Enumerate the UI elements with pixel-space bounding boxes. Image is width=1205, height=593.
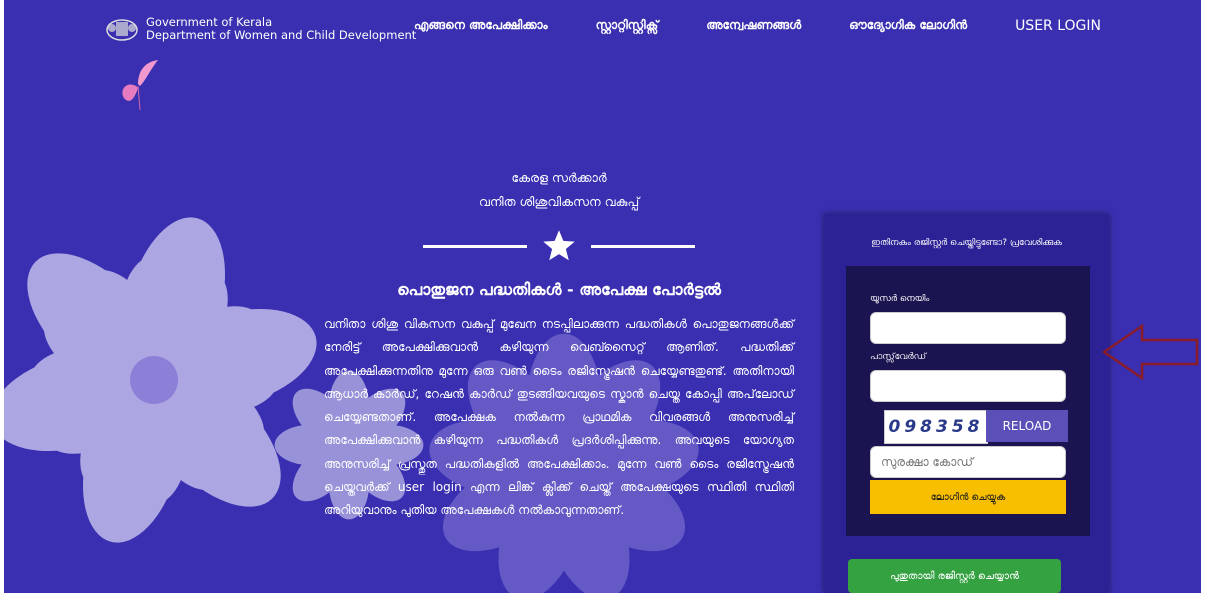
- arrow-left-icon: [1101, 323, 1199, 381]
- username-label: യൂസർ നെയിം: [870, 294, 930, 304]
- site-logo[interactable]: Government of Kerala Department of Women…: [104, 16, 416, 42]
- captcha-image: 098358: [884, 410, 988, 444]
- kerala-emblem-icon: [106, 19, 138, 41]
- login-button[interactable]: ലോഗിൻ ചെയ്യുക: [870, 480, 1066, 514]
- register-button[interactable]: പുതുതായി രജിസ്റ്റർ ചെയ്യാൻ: [848, 559, 1061, 593]
- captcha-text: 098358: [888, 417, 984, 437]
- org-name: Government of Kerala Department of Women…: [146, 16, 416, 42]
- nav-how-to-apply[interactable]: എങ്ങനെ അപേക്ഷിക്കാം: [414, 18, 548, 34]
- reload-captcha-button[interactable]: RELOAD: [986, 410, 1068, 442]
- org-line-2: Department of Women and Child Developmen…: [146, 28, 417, 42]
- divider-line-right: [591, 244, 695, 248]
- nav-official-login[interactable]: ഔദ്യോഗിക ലോഗിൻ: [849, 18, 967, 34]
- top-nav: എങ്ങനെ അപേക്ഷിക്കാം സ്റ്റാറ്റിസ്റ്റിക്സ്…: [414, 18, 1101, 34]
- butterfly-icon: [122, 60, 158, 110]
- password-input[interactable]: [870, 370, 1066, 402]
- login-panel: ഇതിനകം രജിസ്റ്റർ ചെയ്തിട്ടുണ്ടോ? പ്രവേശി…: [824, 214, 1109, 593]
- password-label: പാസ്സ്‌വേർഡ്: [870, 352, 927, 362]
- star-icon: [543, 230, 575, 261]
- divider: [324, 228, 794, 264]
- portal-description: വനിതാ ശിശു വികസന വകുപ്പ് മുഖേന നടപ്പിലാക…: [324, 317, 794, 518]
- hero-section: കേരള സർക്കാർ വനിത ശിശുവികസന വകുപ്പ് പൊതു…: [324, 170, 794, 523]
- department-label: വനിത ശിശുവികസന വകുപ്പ്: [478, 194, 640, 209]
- nav-statistics[interactable]: സ്റ്റാറ്റിസ്റ്റിക്സ്: [596, 18, 659, 34]
- divider-line-left: [423, 244, 527, 248]
- login-prompt: ഇതിനകം രജിസ്റ്റർ ചെയ്തിട്ടുണ്ടോ? പ്രവേശി…: [871, 238, 1062, 248]
- government-label: കേരള സർക്കാർ: [511, 170, 607, 185]
- page: Government of Kerala Department of Women…: [4, 0, 1201, 593]
- username-input[interactable]: [870, 312, 1066, 344]
- page-title: പൊതുജന പദ്ധതികൾ - അപേക്ഷ പോർട്ടൽ: [397, 280, 721, 299]
- nav-user-login[interactable]: USER LOGIN: [1015, 18, 1101, 34]
- nav-enquiries[interactable]: അന്വേഷണങ്ങൾ: [706, 18, 801, 34]
- security-code-input[interactable]: [870, 446, 1066, 478]
- login-form: യൂസർ നെയിം പാസ്സ്‌വേർഡ് 098358 RELOAD ലോ…: [846, 266, 1090, 536]
